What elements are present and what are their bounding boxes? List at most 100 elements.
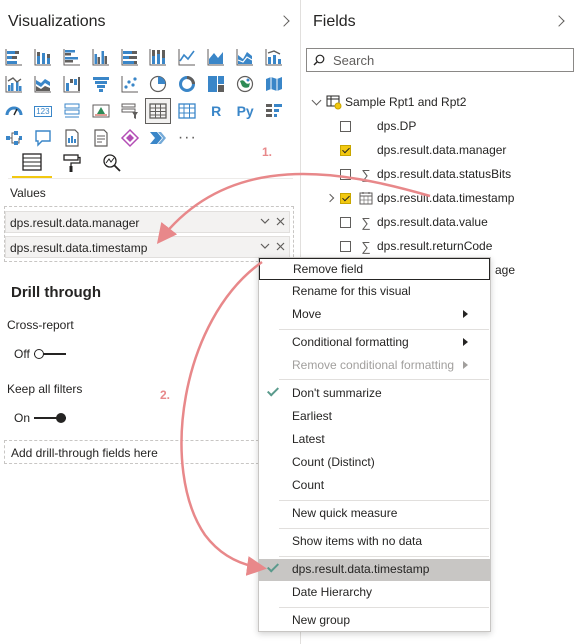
drill-through-dropzone[interactable]: Add drill-through fields here [4,440,264,464]
toggle-switch[interactable] [33,349,66,359]
stacked-bar-100-icon[interactable] [118,45,142,69]
field-row[interactable]: dps.result.data.manager [319,140,569,160]
power-apps-icon[interactable] [118,126,142,150]
stacked-area-chart-icon[interactable] [233,45,257,69]
key-influencers-icon[interactable] [262,99,286,123]
field-checkbox[interactable] [340,144,351,156]
line-stacked-column-icon[interactable] [262,45,286,69]
pie-chart-icon[interactable] [146,72,170,96]
menu-item-dont-summarize[interactable]: Don't summarize [259,383,490,405]
menu-separator [279,556,489,557]
column-100-icon[interactable] [146,45,170,69]
ribbon-chart-icon[interactable] [31,72,55,96]
close-icon[interactable] [276,240,285,254]
map-icon[interactable] [233,72,257,96]
drill-through-title: Drill through [11,284,101,301]
waterfall-chart-icon[interactable] [60,72,84,96]
toggle-switch[interactable] [34,413,67,423]
menu-item-latest[interactable]: Latest [259,429,490,451]
r-visual-icon[interactable]: R [204,99,228,123]
gauge-icon[interactable] [2,99,26,123]
menu-item-label: Move [292,307,322,321]
menu-item-count-distinct[interactable]: Count (Distinct) [259,452,490,474]
field-name: dps.DP [377,119,417,133]
field-checkbox[interactable] [340,120,351,132]
menu-item-count[interactable]: Count [259,475,490,497]
values-field-label: dps.result.data.manager [10,216,140,230]
menu-item-label: Don't summarize [292,386,382,400]
menu-item-earliest[interactable]: Earliest [259,406,490,428]
values-well-label: Values [10,186,46,200]
field-row[interactable]: dps.DP [319,116,569,136]
python-visual-icon[interactable]: Py [233,99,257,123]
paginated-report-icon[interactable] [89,126,113,150]
annotation-step-2: 2. [160,388,171,402]
values-field-pill[interactable]: dps.result.data.manager [5,211,290,233]
clustered-column-chart-icon[interactable] [89,45,113,69]
field-name: dps.result.data.statusBits [377,167,512,181]
menu-item-rename[interactable]: Rename for this visual [259,281,490,303]
tab-format[interactable] [52,148,92,178]
stacked-bar-chart-icon[interactable] [2,45,26,69]
analytics-magnifier-icon [103,154,121,172]
qa-icon[interactable] [31,126,55,150]
card-icon[interactable]: 123 [31,99,55,123]
chevron-right-icon[interactable] [325,193,335,203]
smart-narrative-icon[interactable] [60,126,84,150]
chevron-down-icon[interactable] [260,240,270,254]
chevron-down-icon[interactable] [260,215,270,229]
table-node[interactable]: Sample Rpt1 and Rpt2 [311,94,466,110]
field-checkbox[interactable] [340,216,351,228]
kpi-icon[interactable] [89,99,113,123]
chevron-down-icon[interactable] [311,95,322,106]
menu-item-label: Remove conditional formatting [292,358,455,372]
donut-chart-icon[interactable] [175,72,199,96]
close-icon[interactable] [276,215,285,229]
field-checkbox[interactable] [340,192,351,204]
tab-fields-well[interactable] [12,148,52,178]
keep-all-filters-label: Keep all filters [7,382,83,396]
tab-divider [8,178,293,179]
field-checkbox[interactable] [340,240,351,252]
visualizations-pane: Visualizations 123 R Py ··· Values dps.r… [0,0,301,644]
cross-report-toggle[interactable]: Off [14,347,66,361]
search-input[interactable]: Search [306,48,574,72]
power-automate-icon[interactable] [146,126,170,150]
field-row[interactable]: ∑ dps.result.data.value [319,212,569,232]
clustered-bar-chart-icon[interactable] [60,45,84,69]
menu-item-new-group[interactable]: New group [259,610,490,632]
tab-analytics[interactable] [92,148,132,178]
multi-row-card-icon[interactable] [60,99,84,123]
scatter-chart-icon[interactable] [118,72,142,96]
funnel-chart-icon[interactable] [89,72,113,96]
menu-item-conditional-formatting[interactable]: Conditional formatting [259,332,490,354]
decomposition-tree-icon[interactable] [2,126,26,150]
menu-item-show-items-no-data[interactable]: Show items with no data [259,531,490,553]
keep-all-filters-toggle[interactable]: On [14,411,67,425]
table-icon[interactable] [145,98,172,124]
collapse-fields-icon[interactable] [553,15,565,27]
values-field-pill[interactable]: dps.result.data.timestamp [5,236,290,258]
menu-item-label: dps.result.data.timestamp [292,562,430,576]
line-clustered-column-icon[interactable] [2,72,26,96]
treemap-icon[interactable] [204,72,228,96]
filled-map-icon[interactable] [262,72,286,96]
menu-separator [279,607,489,608]
field-row[interactable]: ∑ dps.result.data.statusBits [319,164,569,184]
stacked-column-chart-icon[interactable] [31,45,55,69]
menu-item-move[interactable]: Move [259,304,490,326]
menu-item-timestamp[interactable]: dps.result.data.timestamp [259,559,490,581]
field-checkbox[interactable] [340,168,351,180]
menu-item-date-hierarchy[interactable]: Date Hierarchy [259,582,490,604]
matrix-icon[interactable] [175,99,199,123]
menu-item-new-quick-measure[interactable]: New quick measure [259,503,490,525]
area-chart-icon[interactable] [204,45,228,69]
collapse-visualizations-icon[interactable] [278,15,290,27]
field-row[interactable]: ∑ dps.result.returnCode [319,236,569,256]
field-row[interactable]: dps.result.data.timestamp [319,188,569,208]
more-visuals-icon[interactable]: ··· [175,126,199,150]
slicer-icon[interactable] [118,99,142,123]
menu-item-remove-field[interactable]: Remove field [259,258,490,280]
line-chart-icon[interactable] [175,45,199,69]
field-name: dps.result.data.timestamp [377,191,515,205]
